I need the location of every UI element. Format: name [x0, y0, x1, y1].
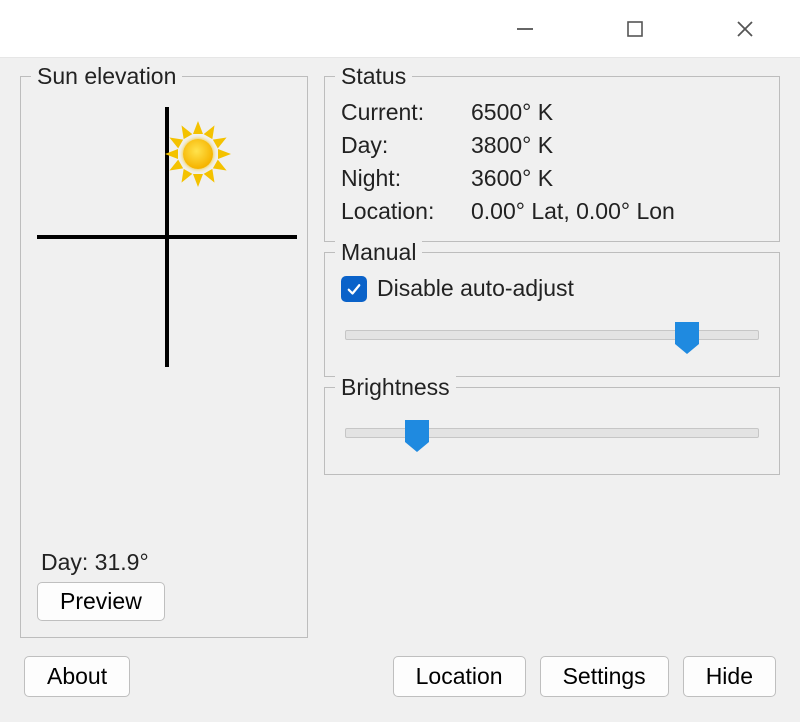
- status-day-key: Day:: [341, 132, 471, 159]
- manual-slider-thumb[interactable]: [673, 320, 701, 356]
- status-legend: Status: [335, 63, 412, 90]
- status-day-value: 3800° K: [471, 132, 763, 159]
- brightness-slider-thumb[interactable]: [403, 418, 431, 454]
- window: Sun elevation: [0, 0, 800, 722]
- brightness-group: Brightness: [324, 387, 780, 475]
- bottom-button-row: About Location Settings Hide: [20, 652, 780, 697]
- day-elevation-label: Day: 31.9°: [37, 549, 291, 576]
- preview-button[interactable]: Preview: [37, 582, 165, 621]
- status-night-key: Night:: [341, 165, 471, 192]
- brightness-slider[interactable]: [341, 418, 763, 458]
- close-button[interactable]: [690, 0, 800, 58]
- status-location-value: 0.00° Lat, 0.00° Lon: [471, 198, 763, 225]
- sun-icon: [165, 121, 231, 187]
- disable-auto-adjust-label: Disable auto-adjust: [377, 275, 574, 302]
- sun-elevation-legend: Sun elevation: [31, 63, 182, 90]
- sun-elevation-group: Sun elevation: [20, 76, 308, 638]
- about-button[interactable]: About: [24, 656, 130, 697]
- body: Sun elevation: [0, 58, 800, 722]
- status-location-key: Location:: [341, 198, 471, 225]
- brightness-legend: Brightness: [335, 374, 456, 401]
- settings-button[interactable]: Settings: [540, 656, 669, 697]
- sun-core: [183, 139, 213, 169]
- manual-slider[interactable]: [341, 320, 763, 360]
- axis-horizontal: [37, 235, 297, 239]
- status-group: Status Current: 6500° K Day: 3800° K Nig…: [324, 76, 780, 242]
- sun-elevation-chart: [37, 107, 297, 367]
- checkbox-check-icon: [341, 276, 367, 302]
- location-button[interactable]: Location: [393, 656, 526, 697]
- maximize-button[interactable]: [580, 0, 690, 58]
- status-current-key: Current:: [341, 99, 471, 126]
- manual-legend: Manual: [335, 239, 422, 266]
- disable-auto-adjust-checkbox[interactable]: Disable auto-adjust: [341, 275, 763, 302]
- minimize-button[interactable]: [470, 0, 580, 58]
- titlebar: [0, 0, 800, 58]
- hide-button[interactable]: Hide: [683, 656, 776, 697]
- status-current-value: 6500° K: [471, 99, 763, 126]
- status-night-value: 3600° K: [471, 165, 763, 192]
- manual-group: Manual Disable auto-adjust: [324, 252, 780, 377]
